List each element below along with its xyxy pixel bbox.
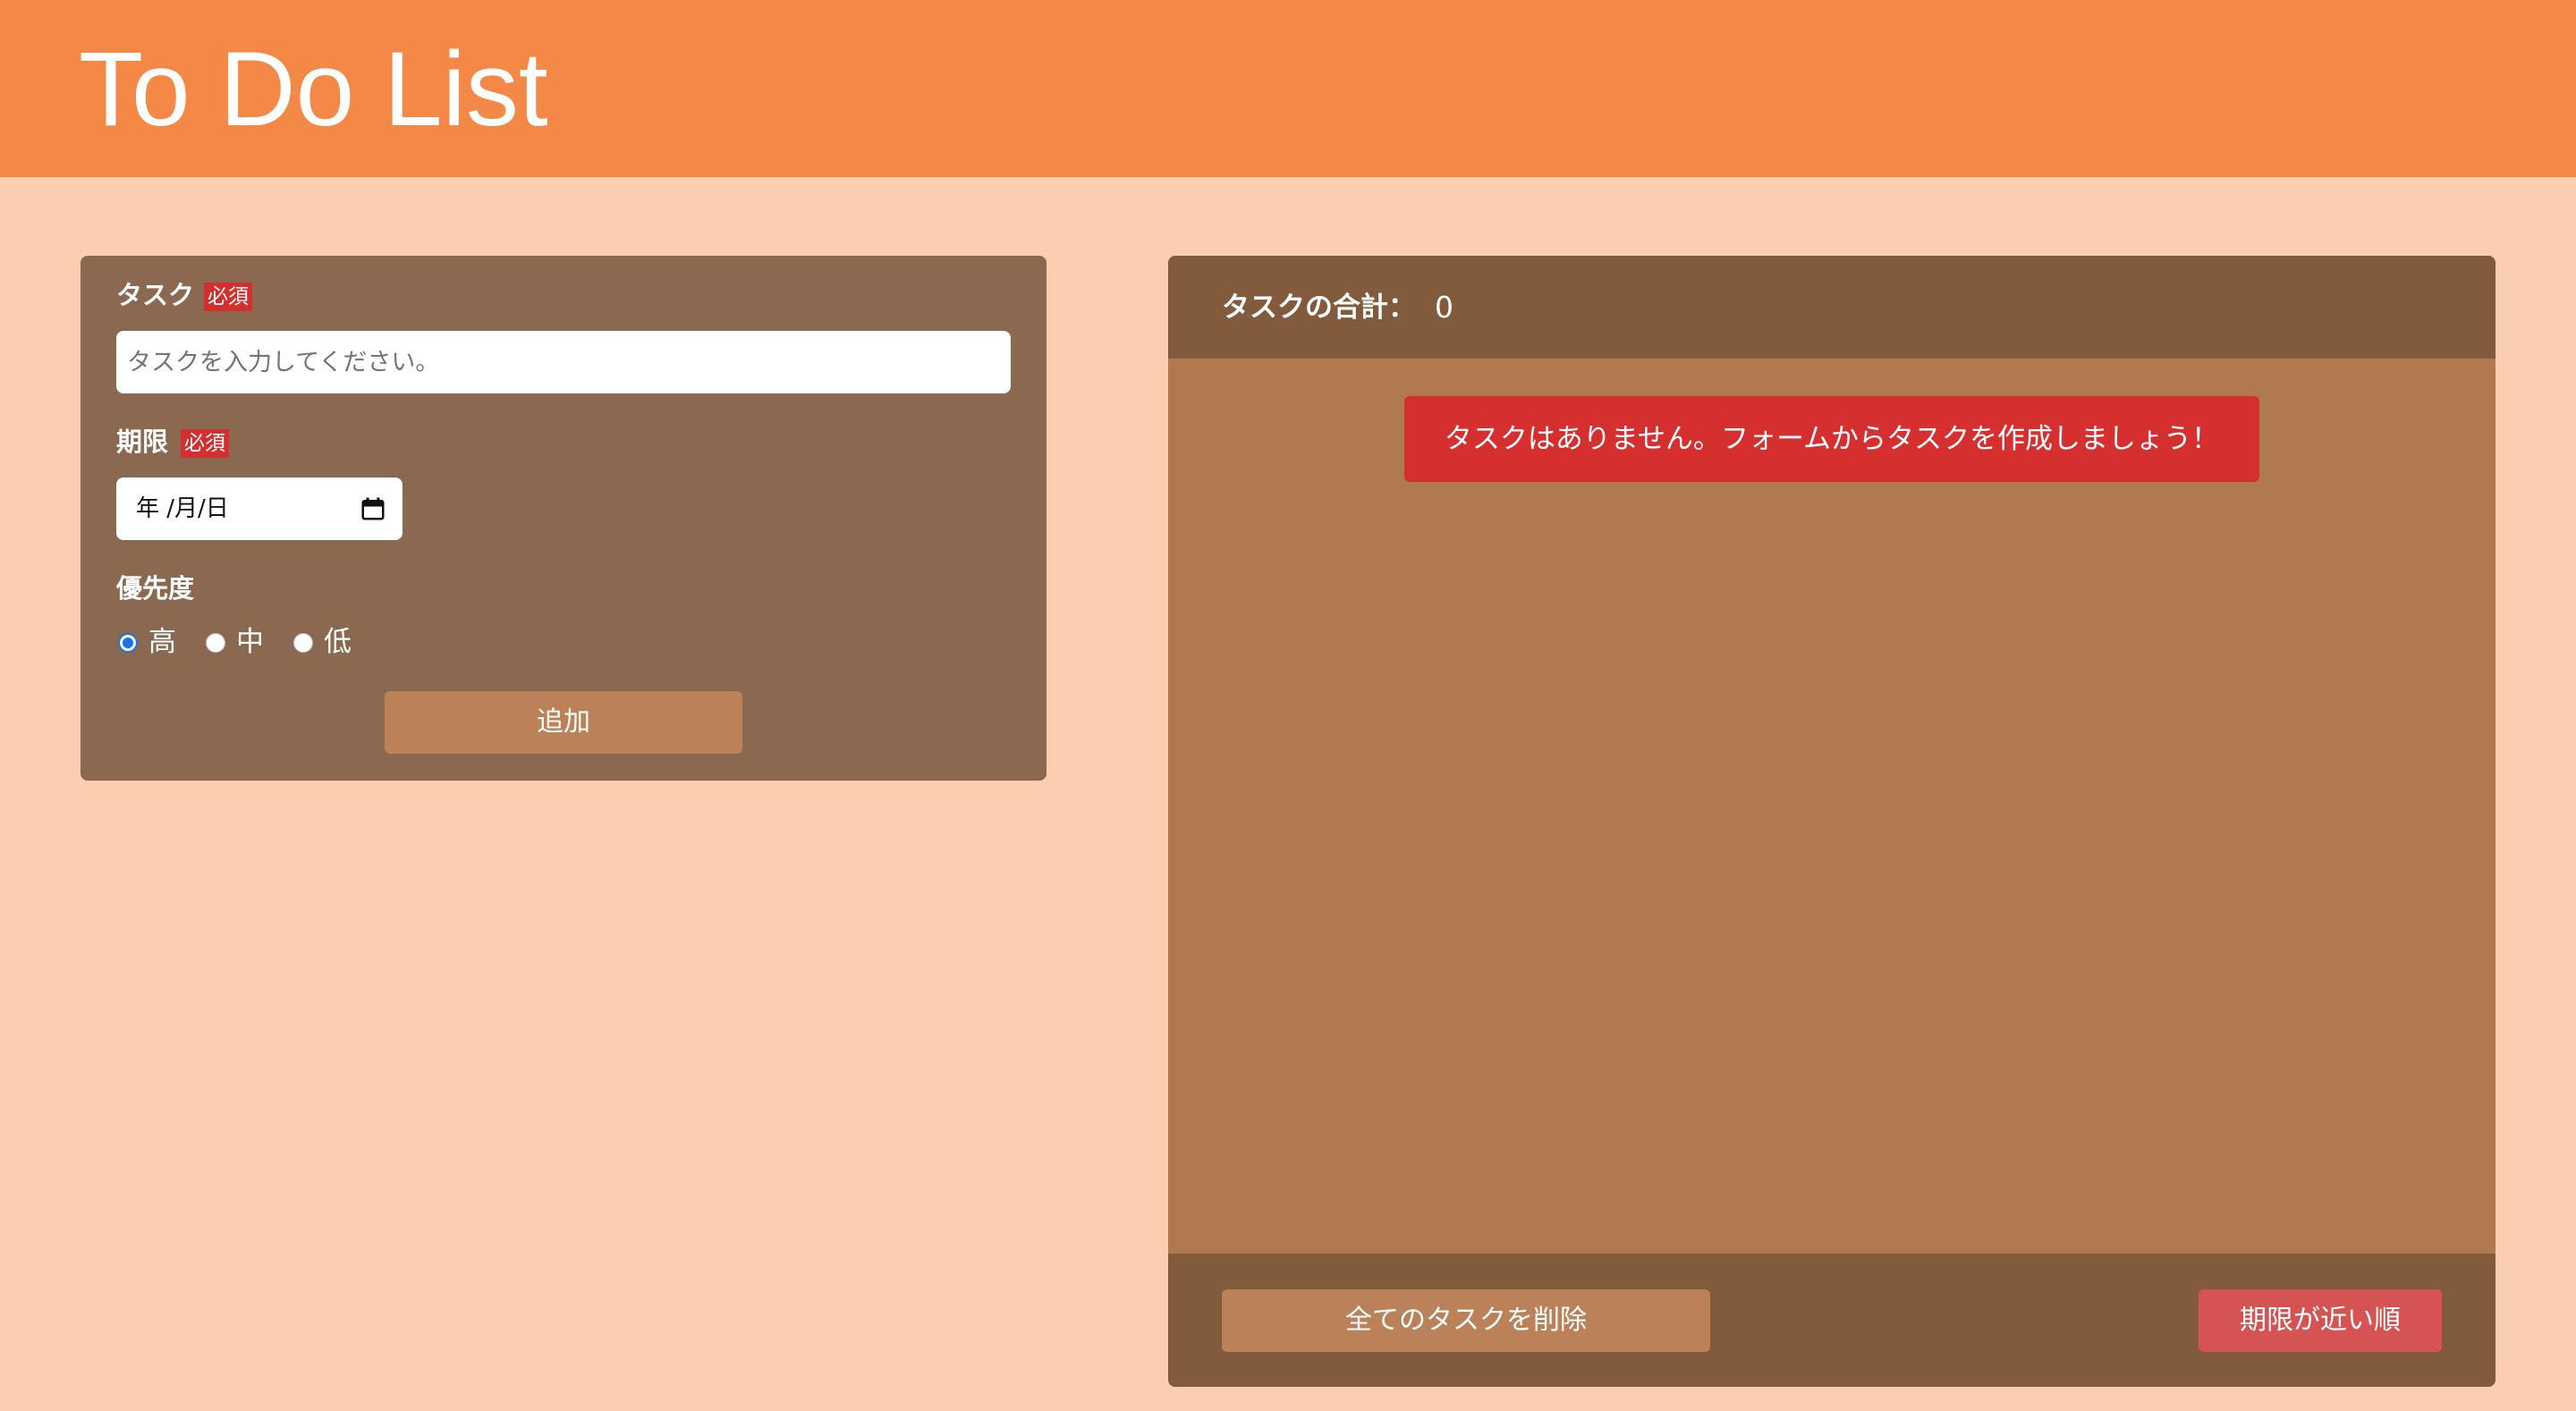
task-list-footer: 全てのタスクを削除 期限が近い順 <box>1168 1254 2496 1387</box>
priority-option-label: 低 <box>324 626 352 658</box>
calendar-icon[interactable] <box>360 495 386 522</box>
task-total-label: タスクの合計： <box>1222 291 1416 324</box>
radio-button[interactable] <box>293 633 313 653</box>
task-label: タスク <box>116 280 195 310</box>
empty-tasks-alert: タスクはありません。フォームからタスクを作成しましょう！ <box>1404 396 2259 482</box>
radio-button[interactable] <box>206 633 225 653</box>
task-form: タスク 必須 期限 必須 年 /月/日 優先度 高 中 低 追加 <box>80 256 1046 781</box>
deadline-label: 期限 <box>116 427 169 457</box>
task-required-badge: 必須 <box>204 283 252 311</box>
task-total-count: 0 <box>1435 290 1453 325</box>
task-list-panel: タスクの合計： 0 タスクはありません。フォームからタスクを作成しましょう！ 全… <box>1168 256 2496 1387</box>
task-input[interactable] <box>116 331 1011 393</box>
app-header: To Do List <box>0 0 2576 177</box>
app-title: To Do List <box>79 30 548 148</box>
priority-label: 優先度 <box>116 573 195 604</box>
date-placeholder: 年 /月/日 <box>136 495 229 522</box>
add-task-button[interactable]: 追加 <box>385 691 742 754</box>
deadline-date-input[interactable]: 年 /月/日 <box>116 477 402 540</box>
radio-button-checked[interactable] <box>118 633 138 653</box>
priority-option-label: 中 <box>236 626 264 658</box>
sort-by-deadline-button[interactable]: 期限が近い順 <box>2199 1289 2442 1352</box>
delete-all-tasks-button[interactable]: 全てのタスクを削除 <box>1222 1289 1710 1352</box>
task-list-header: タスクの合計： 0 <box>1168 256 2496 359</box>
priority-option-label: 高 <box>148 626 176 658</box>
deadline-required-badge: 必須 <box>181 429 229 458</box>
